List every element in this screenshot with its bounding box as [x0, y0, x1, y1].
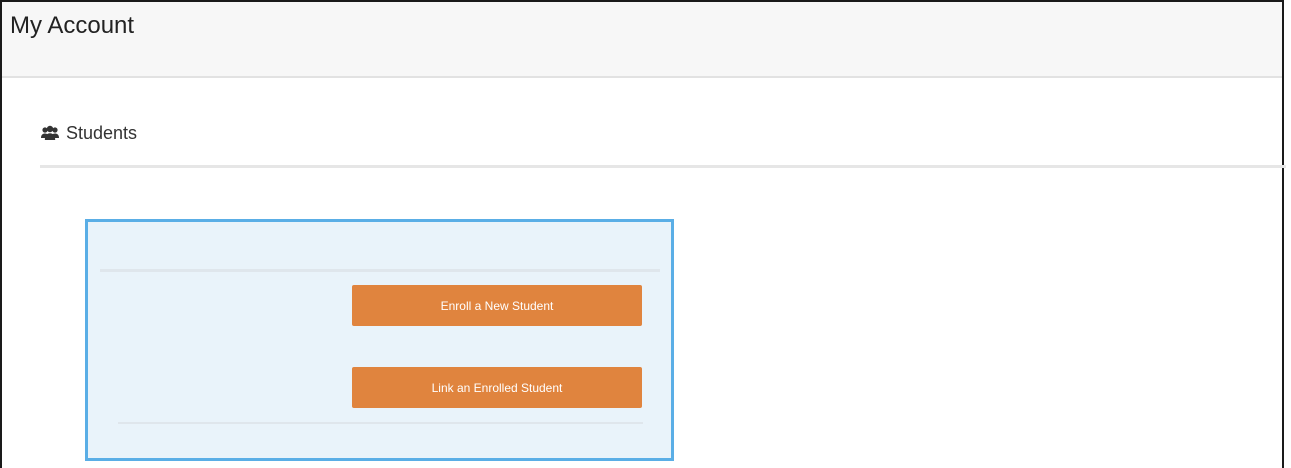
- page-title: My Account: [10, 12, 135, 39]
- students-heading-label: Students: [66, 122, 138, 143]
- panel-divider-top: [100, 269, 660, 272]
- enroll-new-student-button[interactable]: Enroll a New Student: [352, 285, 642, 326]
- page-header: My Account: [2, 2, 1282, 78]
- users-icon: [40, 125, 60, 141]
- panel-divider-bottom: [118, 422, 643, 424]
- students-section-heading: Students: [40, 120, 137, 146]
- app-frame: My Account Students Enroll a New Student…: [0, 0, 1286, 468]
- link-enrolled-student-button[interactable]: Link an Enrolled Student: [352, 367, 642, 408]
- section-divider: [40, 165, 1286, 168]
- student-actions-panel: Enroll a New Student Link an Enrolled St…: [85, 219, 674, 461]
